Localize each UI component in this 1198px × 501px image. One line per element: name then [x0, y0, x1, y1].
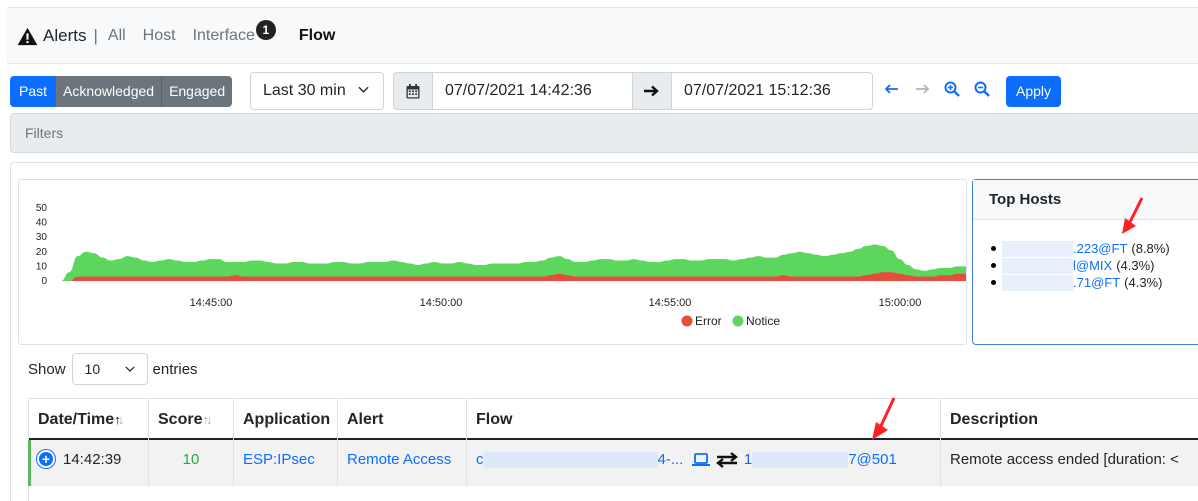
column-header-description[interactable]: Description — [940, 399, 1198, 440]
engaged-button[interactable]: Engaged — [162, 76, 233, 107]
interface-count-badge: 1 — [255, 19, 276, 40]
date-range-group: 07/07/2021 14:42:36 07/07/2021 15:12:36 — [393, 72, 873, 110]
entries-suffix: entries — [152, 360, 198, 378]
redacted-host — [1002, 257, 1073, 274]
arrow-right-icon — [633, 72, 672, 110]
apply-button[interactable]: Apply — [1006, 76, 1061, 107]
top-host-item: .223@FT (8.8%) — [991, 240, 1198, 257]
annotation-arrow-icon — [872, 397, 896, 440]
bullet-icon — [991, 263, 996, 268]
flow-dst-link[interactable]: 1 7@501 — [744, 451, 897, 469]
laptop-icon — [691, 453, 710, 467]
bullet-icon — [991, 246, 996, 251]
cell-datetime: +14:42:39 — [28, 440, 148, 486]
column-header-score[interactable]: Score↑↓ — [148, 399, 233, 440]
exchange-icon — [715, 452, 738, 468]
top-hosts-panel: Top Hosts .223@FT (8.8%) l@MIX (4.3%) .7… — [972, 179, 1198, 345]
expand-row-icon[interactable]: + — [37, 450, 55, 469]
calendar-icon[interactable] — [393, 72, 433, 110]
y-tick-label: 10 — [36, 261, 48, 272]
nav-link-flow[interactable]: Flow — [299, 27, 335, 45]
arrow-right-disabled-icon[interactable] — [914, 81, 932, 99]
bullet-icon — [991, 280, 996, 285]
alerts-page: Alerts | All Host Interface 1 Flow Past … — [0, 0, 1198, 501]
date-from-input[interactable]: 07/07/2021 14:42:36 — [433, 72, 633, 110]
chevron-down-icon — [124, 366, 135, 373]
column-header-application[interactable]: Application — [233, 399, 337, 440]
redacted-host — [1002, 240, 1073, 257]
alerts-navbar: Alerts | All Host Interface 1 Flow — [7, 7, 1198, 64]
chevron-down-icon — [358, 86, 369, 93]
cell-application: ESP:IPsec — [233, 440, 337, 486]
notice-area — [61, 244, 966, 281]
sort-icon: ↑↓ — [202, 412, 212, 427]
x-tick-label: 15:00:00 — [879, 297, 922, 309]
x-tick-label: 14:50:00 — [420, 297, 463, 309]
nav-link-interface[interactable]: Interface — [193, 27, 255, 45]
top-host-pct: (4.3%) — [1116, 258, 1155, 273]
top-host-item: .71@FT (4.3%) — [991, 274, 1198, 291]
top-hosts-list: .223@FT (8.8%) l@MIX (4.3%) .71@FT (4.3%… — [973, 220, 1198, 291]
status-button-group: Past Acknowledged Engaged — [10, 76, 233, 107]
time-range-value: Last 30 min — [263, 82, 346, 99]
alerts-chart: 0 10 20 30 40 50 14:45:00 14:50:00 14:55:00 15:00… — [18, 179, 967, 345]
warning-icon — [17, 27, 38, 46]
top-host-pct: (8.8%) — [1131, 241, 1170, 256]
top-host-link[interactable]: .223@FT — [1073, 240, 1127, 257]
zoom-out-icon[interactable] — [974, 81, 992, 99]
top-host-item: l@MIX (4.3%) — [991, 257, 1198, 274]
chart-svg: 0 10 20 30 40 50 14:45:00 14:50:00 14:55:00 15:00… — [36, 203, 966, 328]
column-header-alert[interactable]: Alert — [337, 399, 466, 440]
time-range-select[interactable]: Last 30 min — [250, 72, 384, 110]
page-title: Alerts — [43, 25, 87, 45]
x-tick-label: 14:45:00 — [190, 297, 233, 309]
filters-bar[interactable]: Filters — [10, 113, 1198, 153]
top-hosts-title: Top Hosts — [973, 180, 1198, 220]
redacted-src — [483, 452, 658, 469]
flow-src-link[interactable]: c 4-... — [476, 451, 683, 469]
entries-control: Show 10 entries — [28, 353, 198, 385]
top-host-pct: (4.3%) — [1124, 275, 1163, 290]
legend-swatch — [681, 315, 693, 327]
y-tick-label: 50 — [36, 203, 48, 214]
annotation-arrow-icon — [1122, 197, 1144, 234]
arrow-left-icon[interactable] — [884, 81, 902, 99]
nav-link-host[interactable]: Host — [143, 27, 176, 45]
column-header-datetime[interactable]: Date/Time↑↓ — [28, 399, 148, 440]
legend-swatch — [732, 315, 744, 327]
top-host-link[interactable]: .71@FT — [1073, 274, 1120, 291]
entries-select[interactable]: 10 — [71, 353, 148, 385]
legend-label[interactable]: Notice — [746, 314, 780, 328]
y-tick-label: 20 — [36, 247, 48, 258]
date-to-input[interactable]: 07/07/2021 15:12:36 — [672, 72, 873, 110]
past-button[interactable]: Past — [10, 76, 56, 107]
alert-link[interactable]: Remote Access — [347, 451, 451, 468]
y-tick-label: 0 — [41, 276, 47, 287]
legend-label[interactable]: Error — [695, 314, 722, 328]
top-host-link[interactable]: l@MIX — [1073, 257, 1112, 274]
acknowledged-button[interactable]: Acknowledged — [56, 76, 163, 107]
sort-icon: ↑↓ — [114, 412, 124, 427]
cell-flow: c 4-... 1 7@501 — [466, 440, 940, 486]
y-tick-label: 30 — [36, 232, 48, 243]
nav-separator: | — [93, 25, 98, 45]
time-navigation — [884, 81, 1004, 99]
entries-value: 10 — [84, 361, 101, 377]
y-tick-label: 40 — [36, 218, 48, 229]
nav-link-all[interactable]: All — [108, 27, 126, 45]
cell-alert: Remote Access — [337, 440, 466, 486]
redacted-host — [1002, 274, 1073, 291]
table-row — [28, 486, 1198, 501]
cell-description: Remote access ended [duration: < — [940, 440, 1198, 486]
zoom-in-icon[interactable] — [944, 81, 962, 99]
application-link[interactable]: ESP:IPsec — [243, 451, 315, 468]
table-row[interactable]: +14:42:39 10 ESP:IPsec Remote Access c 4-… — [28, 440, 1198, 486]
table-header: Date/Time↑↓ Score↑↓ Application Alert Fl… — [28, 398, 1198, 440]
show-label: Show — [28, 360, 66, 378]
x-tick-label: 14:55:00 — [649, 297, 692, 309]
cell-score: 10 — [148, 440, 233, 486]
redacted-dst — [752, 452, 849, 469]
